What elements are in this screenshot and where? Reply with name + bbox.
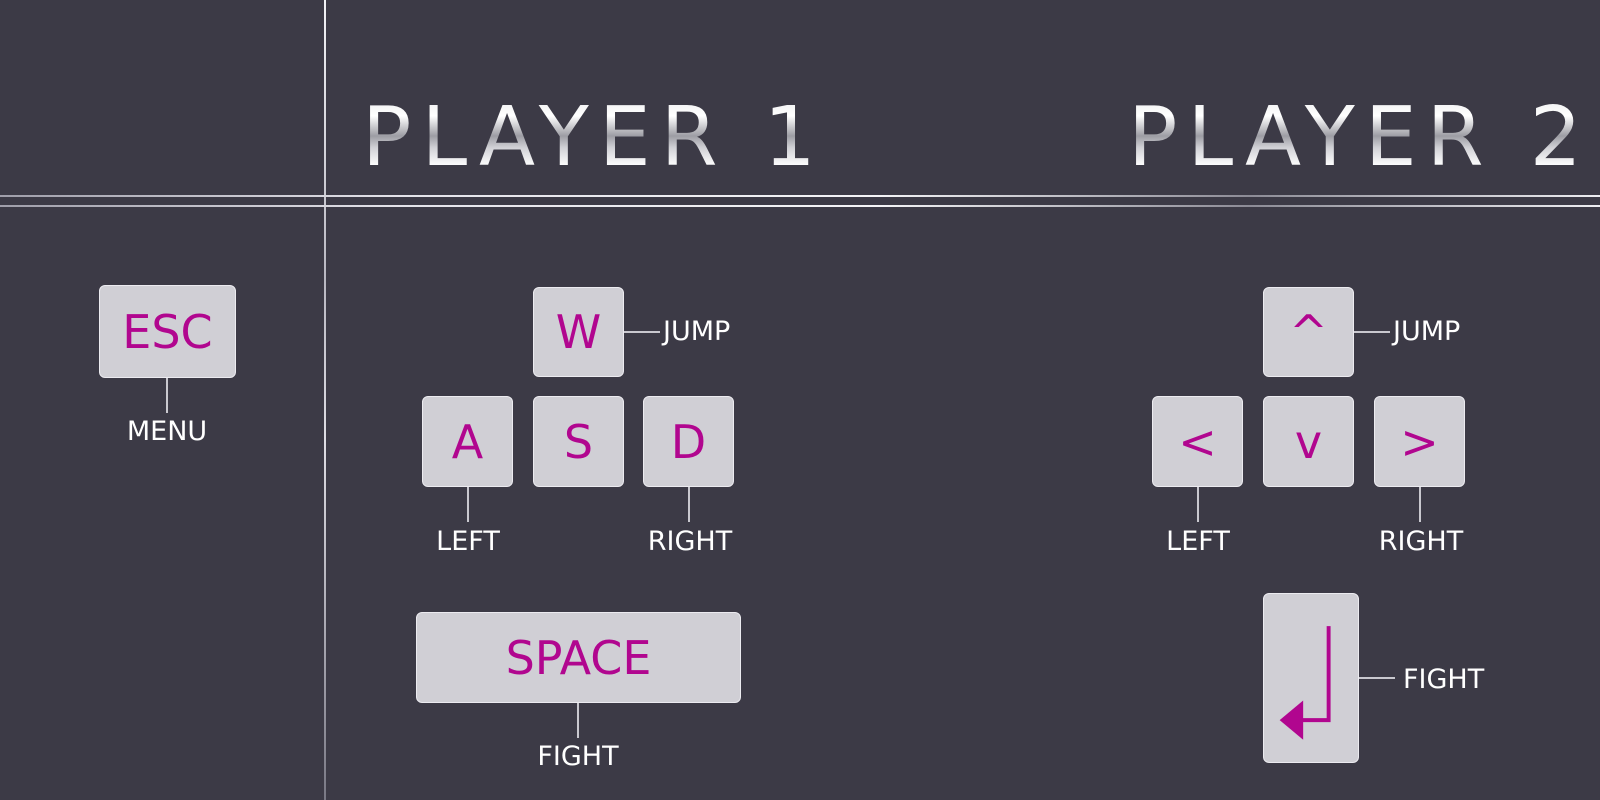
p2-right-connector bbox=[1419, 487, 1421, 522]
p2-key-left-arrow[interactable]: < bbox=[1152, 396, 1243, 487]
p2-right-label: RIGHT bbox=[1378, 526, 1464, 557]
p1-left-label: LEFT bbox=[436, 526, 500, 557]
menu-label: MENU bbox=[126, 416, 208, 447]
p1-key-s[interactable]: S bbox=[533, 396, 624, 487]
p2-key-enter[interactable] bbox=[1263, 593, 1359, 763]
p2-key-down-arrow[interactable]: v bbox=[1263, 396, 1354, 487]
p1-key-d[interactable]: D bbox=[643, 396, 734, 487]
p2-fight-label: FIGHT bbox=[1403, 664, 1485, 695]
enter-arrow-icon bbox=[1279, 626, 1331, 740]
player-2-title: PLAYER 2 bbox=[1128, 88, 1592, 188]
p1-key-space[interactable]: SPACE bbox=[416, 612, 741, 703]
p1-left-connector bbox=[467, 487, 469, 522]
p2-key-right-arrow[interactable]: > bbox=[1374, 396, 1465, 487]
menu-connector bbox=[166, 378, 168, 413]
p2-left-label: LEFT bbox=[1166, 526, 1230, 557]
p1-key-a[interactable]: A bbox=[422, 396, 513, 487]
p2-jump-label: JUMP bbox=[1393, 316, 1461, 347]
esc-key[interactable]: ESC bbox=[99, 285, 236, 378]
horizontal-divider-bottom bbox=[0, 205, 1600, 207]
p1-fight-label: FIGHT bbox=[537, 741, 619, 772]
p1-right-connector bbox=[688, 487, 690, 522]
p2-jump-connector bbox=[1354, 331, 1390, 333]
p2-key-up-arrow[interactable]: ^ bbox=[1263, 287, 1354, 377]
p2-fight-connector bbox=[1359, 677, 1395, 679]
p1-jump-label: JUMP bbox=[663, 316, 731, 347]
p2-left-connector bbox=[1197, 487, 1199, 522]
p1-right-label: RIGHT bbox=[647, 526, 733, 557]
p1-fight-connector bbox=[577, 703, 579, 738]
p1-key-w[interactable]: W bbox=[533, 287, 624, 377]
p1-jump-connector bbox=[624, 331, 660, 333]
horizontal-divider-top bbox=[0, 195, 1600, 197]
player-1-title: PLAYER 1 bbox=[362, 88, 826, 188]
vertical-divider bbox=[324, 0, 326, 800]
